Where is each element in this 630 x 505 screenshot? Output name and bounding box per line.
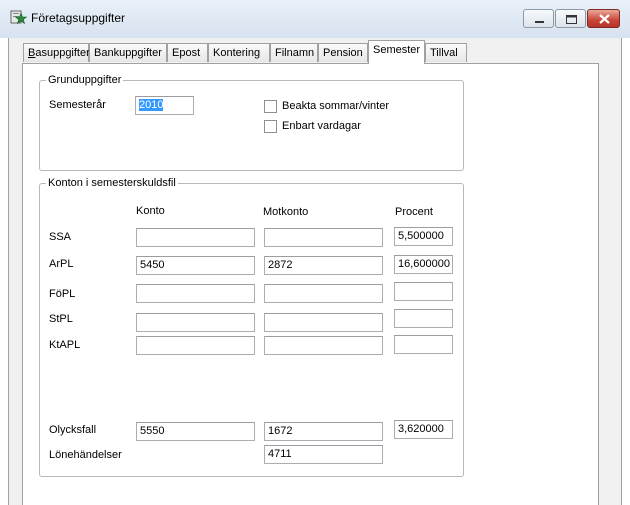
app-icon [10, 10, 27, 25]
olycksfall-procent-input[interactable]: 3,620000 [394, 420, 453, 439]
motkonto-column-header: Motkonto [263, 206, 309, 218]
ktapl-motkonto-input[interactable] [264, 336, 383, 355]
konton-group: Konton i semesterskuldsfil Konto Motkont… [39, 177, 464, 477]
beakta-sommar-vinter-checkbox[interactable] [264, 100, 277, 113]
semesterar-label: Semesterår [49, 99, 106, 111]
olycksfall-motkonto-input[interactable]: 1672 [264, 422, 383, 441]
enbart-vardagar-checkbox[interactable] [264, 120, 277, 133]
tab-strip: Basuppgifter Bankuppgifter Epost Konteri… [23, 38, 623, 64]
grunduppgifter-title: Grunduppgifter [46, 74, 124, 86]
ktapl-konto-input[interactable] [136, 336, 255, 355]
tab-bankuppgifter[interactable]: Bankuppgifter [89, 43, 167, 62]
ssa-konto-input[interactable] [136, 228, 255, 247]
ssa-procent-input[interactable]: 5,500000 [394, 227, 453, 246]
stpl-motkonto-input[interactable] [264, 313, 383, 332]
ssa-label: SSA [49, 231, 72, 243]
ktapl-label: KtAPL [49, 339, 81, 351]
grunduppgifter-group: Grunduppgifter Semesterår 2010 Beakta so… [39, 74, 464, 171]
close-button[interactable] [587, 9, 620, 28]
arpl-label: ArPL [49, 258, 74, 270]
title-bar[interactable]: Företagsuppgifter [0, 0, 630, 38]
window-title: Företagsuppgifter [31, 11, 126, 25]
close-icon [599, 14, 610, 24]
lonehandelser-label: Lönehändelser [49, 449, 122, 461]
tab-kontering[interactable]: Kontering [208, 43, 270, 62]
fopl-label: FöPL [49, 288, 76, 300]
konton-title: Konton i semesterskuldsfil [46, 177, 178, 189]
stpl-procent-input[interactable] [394, 309, 453, 328]
tab-epost[interactable]: Epost [167, 43, 208, 62]
konto-column-header: Konto [136, 205, 165, 217]
maximize-icon [566, 15, 577, 24]
beakta-sommar-vinter-label[interactable]: Beakta sommar/vinter [282, 100, 389, 112]
stpl-konto-input[interactable] [136, 313, 255, 332]
enbart-vardagar-label[interactable]: Enbart vardagar [282, 120, 361, 132]
semester-tab-page: Grunduppgifter Semesterår 2010 Beakta so… [22, 63, 599, 505]
tab-basuppgifter[interactable]: Basuppgifter [23, 43, 90, 62]
lonehandelser-motkonto-input[interactable]: 4711 [264, 445, 383, 464]
tab-filnamn[interactable]: Filnamn [270, 43, 318, 62]
ktapl-procent-input[interactable] [394, 335, 453, 354]
ssa-motkonto-input[interactable] [264, 228, 383, 247]
semesterar-input[interactable]: 2010 [135, 96, 194, 115]
tab-pension[interactable]: Pension [318, 43, 368, 62]
arpl-procent-input[interactable]: 16,600000 [394, 255, 453, 274]
arpl-motkonto-input[interactable]: 2872 [264, 256, 383, 275]
fopl-procent-input[interactable] [394, 282, 453, 301]
arpl-konto-input[interactable]: 5450 [136, 256, 255, 275]
minimize-button[interactable] [523, 9, 554, 28]
dialog-body: Basuppgifter Bankuppgifter Epost Konteri… [8, 38, 622, 505]
fopl-motkonto-input[interactable] [264, 284, 383, 303]
fopl-konto-input[interactable] [136, 284, 255, 303]
minimize-icon [535, 21, 544, 23]
stpl-label: StPL [49, 313, 73, 325]
maximize-button[interactable] [555, 9, 586, 28]
procent-column-header: Procent [395, 206, 433, 218]
olycksfall-konto-input[interactable]: 5550 [136, 422, 255, 441]
tab-tillval[interactable]: Tillval [425, 43, 467, 62]
tab-semester[interactable]: Semester [368, 40, 425, 64]
olycksfall-label: Olycksfall [49, 424, 97, 436]
